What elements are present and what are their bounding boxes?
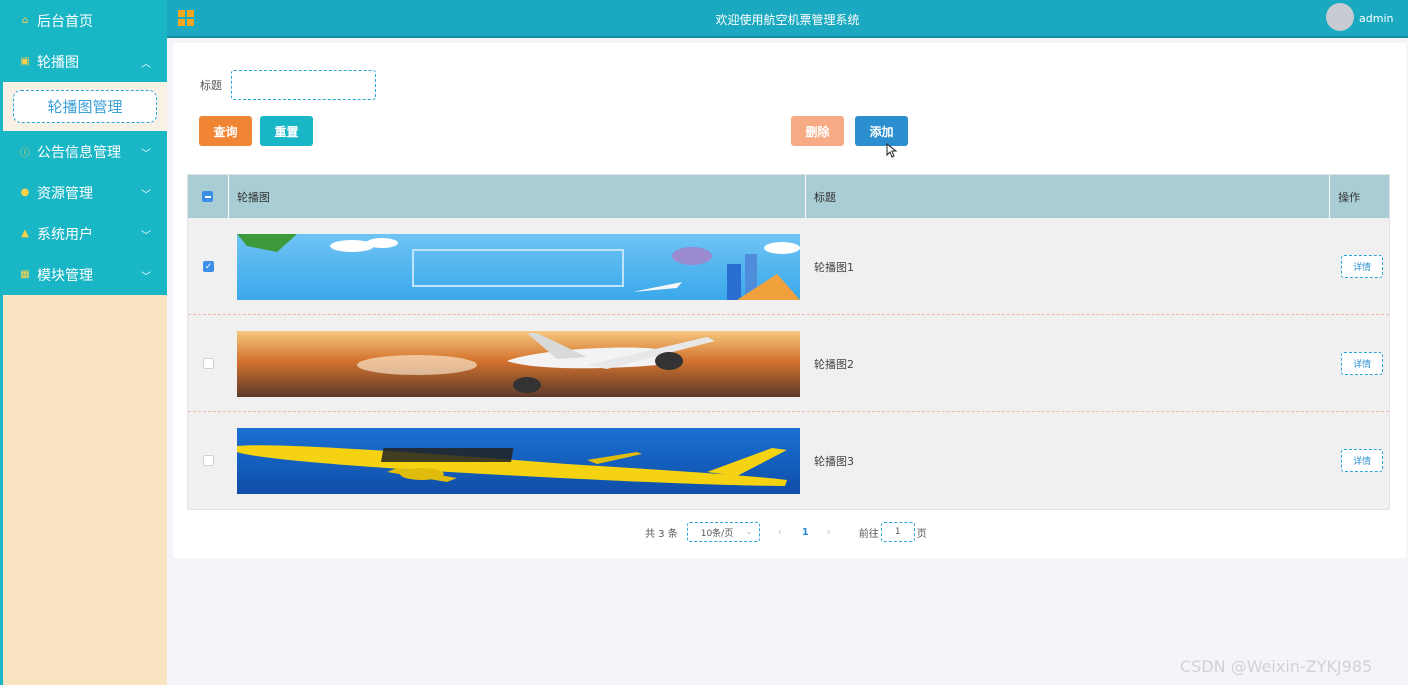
top-header: 欢迎使用航空机票管理系统 admin — [167, 0, 1408, 38]
row-checkbox[interactable] — [202, 358, 214, 369]
image-icon: ▣ — [20, 56, 30, 67]
chevron-down-icon: ﹀ — [141, 149, 151, 160]
detail-button[interactable]: 详情 — [1341, 449, 1384, 472]
sidebar-item-resources[interactable]: ● 资源管理 ﹀ — [3, 172, 167, 213]
row-checkbox[interactable]: ✓ — [202, 261, 214, 272]
reset-button[interactable]: 重置 — [260, 116, 313, 146]
chevron-down-icon: ﹀ — [141, 272, 151, 283]
detail-button[interactable]: 详情 — [1341, 255, 1384, 278]
module-icon: ▦ — [20, 269, 30, 280]
carousel-image-sky-travel — [236, 233, 800, 300]
chevron-down-icon: ⌄ — [745, 527, 753, 537]
row-title: 轮播图3 — [813, 454, 854, 468]
avatar[interactable] — [1326, 3, 1354, 31]
goto-prefix: 前往 — [858, 528, 879, 540]
sidebar-item-carousel[interactable]: ▣ 轮播图 ︿ — [3, 41, 167, 82]
pagination-total: 共 3 条 — [645, 528, 678, 540]
sidebar-item-announcements[interactable]: ⓘ 公告信息管理 ﹀ — [3, 131, 167, 172]
carousel-image-sunset-plane — [236, 330, 800, 397]
column-header-title[interactable]: 标题 — [806, 175, 1331, 218]
row-checkbox[interactable] — [202, 455, 214, 466]
next-page-button[interactable]: › — [827, 527, 831, 538]
search-title-label: 标题 — [200, 79, 222, 92]
page-number-current[interactable]: 1 — [802, 527, 809, 538]
table-row: ✓ 轮播图1 详情 — [188, 218, 1389, 315]
table-row: 轮播图3 详情 — [188, 412, 1389, 509]
delete-button[interactable]: 删除 — [791, 116, 844, 146]
column-header-actions: 操作 — [1338, 190, 1361, 204]
sidebar-item-home[interactable]: ⌂ 后台首页 — [3, 0, 167, 41]
pin-icon: ● — [20, 187, 30, 198]
sidebar-item-label: 模块管理 — [37, 267, 93, 284]
sidebar-menu-lower: ⓘ 公告信息管理 ﹀ ● 资源管理 ﹀ ▲ 系统用户 ﹀ ▦ 模块管理 ﹀ — [3, 131, 167, 295]
sidebar: ⌂ 后台首页 ▣ 轮播图 ︿ 轮播图管理 ⓘ 公告信息管理 ﹀ ● 资源管理 ﹀… — [0, 0, 167, 685]
user-icon: ▲ — [21, 228, 29, 239]
sidebar-item-label: 后台首页 — [37, 13, 93, 30]
prev-page-button[interactable]: ‹ — [778, 527, 782, 538]
sidebar-item-users[interactable]: ▲ 系统用户 ﹀ — [3, 213, 167, 254]
query-button[interactable]: 查询 — [199, 116, 252, 146]
table-header: 轮播图 标题 操作 — [188, 175, 1389, 218]
mouse-cursor-icon — [886, 143, 898, 158]
goto-page-input[interactable]: 1 — [880, 522, 915, 542]
chevron-down-icon: ﹀ — [141, 231, 151, 242]
select-all-cell — [188, 175, 229, 218]
page-size-select[interactable]: 10条/页 ⌄ — [686, 522, 760, 542]
watermark: CSDN @Weixin-ZYKJ985 — [1180, 657, 1373, 676]
username[interactable]: admin — [1359, 12, 1393, 25]
main-panel: 标题 查询 重置 删除 添加 轮播图 标题 操作 ✓ 轮播图1 详情 轮播图2 … — [173, 43, 1406, 558]
detail-button[interactable]: 详情 — [1341, 352, 1384, 375]
row-title: 轮播图2 — [813, 357, 854, 371]
chevron-up-icon: ︿ — [141, 59, 151, 70]
info-icon: ⓘ — [20, 148, 30, 159]
add-button[interactable]: 添加 — [855, 116, 908, 146]
sidebar-submenu: 轮播图管理 — [3, 82, 167, 131]
sidebar-subitem-carousel-management[interactable]: 轮播图管理 — [13, 90, 157, 123]
carousel-image-yellow-plane — [236, 427, 800, 494]
sidebar-item-label: 公告信息管理 — [37, 144, 121, 161]
column-header-image: 轮播图 — [229, 175, 806, 218]
sidebar-item-label: 轮播图 — [37, 54, 79, 71]
sidebar-item-label: 资源管理 — [37, 185, 93, 202]
page-title: 欢迎使用航空机票管理系统 — [715, 13, 860, 27]
page-size-value: 10条/页 — [700, 528, 734, 539]
goto-suffix: 页 — [916, 528, 927, 540]
chevron-down-icon: ﹀ — [141, 190, 151, 201]
sidebar-item-label: 系统用户 — [37, 226, 93, 243]
sidebar-menu: ⌂ 后台首页 ▣ 轮播图 ︿ — [3, 0, 167, 82]
search-title-input[interactable] — [231, 70, 376, 100]
table-row: 轮播图2 详情 — [188, 315, 1389, 412]
select-all-checkbox[interactable] — [202, 191, 214, 202]
pagination: 共 3 条 10条/页 ⌄ ‹ 1 › 前往 1 页 — [645, 522, 927, 542]
sidebar-item-modules[interactable]: ▦ 模块管理 ﹀ — [3, 254, 167, 295]
carousel-table: 轮播图 标题 操作 ✓ 轮播图1 详情 轮播图2 详情 轮播图3 详情 — [187, 174, 1390, 510]
row-title: 轮播图1 — [813, 260, 854, 274]
home-icon: ⌂ — [21, 15, 29, 26]
